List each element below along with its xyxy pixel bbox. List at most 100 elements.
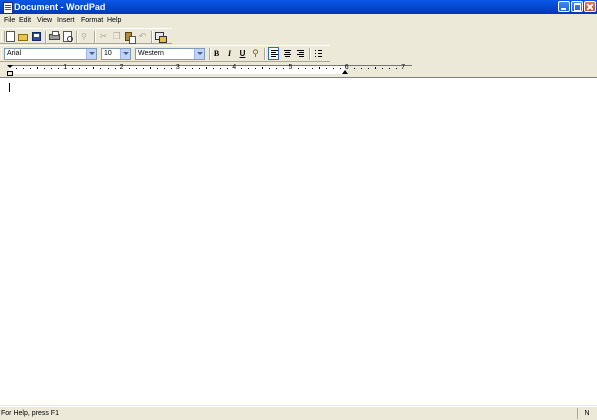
menu-format[interactable]: Format bbox=[81, 15, 103, 26]
window-title: Document - WordPad bbox=[14, 2, 106, 12]
menu-bar: File Edit View Insert Format Help bbox=[0, 14, 597, 27]
ruler-number: 1 bbox=[63, 64, 68, 71]
ruler-tick bbox=[23, 68, 25, 69]
cut-button[interactable]: ✂ bbox=[98, 31, 109, 42]
format-bar: Arial 10 Western B I U ⚲ bbox=[0, 45, 330, 62]
ruler-tick bbox=[389, 68, 391, 69]
font-name-value: Arial bbox=[7, 50, 22, 57]
ruler-tick bbox=[79, 68, 81, 69]
print-preview-button[interactable] bbox=[62, 31, 73, 42]
ruler-tick bbox=[100, 68, 102, 69]
cut-icon: ✂ bbox=[99, 31, 108, 41]
ruler-tick bbox=[199, 68, 200, 69]
ruler-tick bbox=[360, 68, 362, 69]
copy-icon: ❐ bbox=[112, 31, 121, 41]
ruler-tick bbox=[318, 67, 320, 69]
bullets-button[interactable] bbox=[313, 48, 324, 59]
ruler[interactable]: 1234567 bbox=[0, 63, 597, 76]
bold-button[interactable]: B bbox=[211, 48, 222, 60]
ruler-tick bbox=[353, 68, 355, 69]
ruler-tick bbox=[44, 68, 46, 69]
new-document-icon bbox=[6, 31, 15, 42]
italic-button[interactable]: I bbox=[224, 48, 235, 60]
ruler-tick bbox=[16, 68, 18, 69]
align-center-button[interactable] bbox=[282, 48, 293, 59]
menu-insert[interactable]: Insert bbox=[57, 15, 75, 26]
ruler-tick bbox=[332, 68, 334, 69]
text-caret bbox=[9, 83, 10, 92]
ruler-tick bbox=[297, 68, 299, 69]
toolbar-separator bbox=[76, 31, 78, 43]
menu-help[interactable]: Help bbox=[107, 15, 121, 26]
wordpad-icon[interactable] bbox=[3, 2, 13, 14]
toolbar-separator bbox=[45, 31, 47, 43]
open-button[interactable] bbox=[18, 31, 29, 42]
ruler-tick bbox=[374, 67, 376, 69]
ruler-tick bbox=[269, 68, 271, 69]
undo-icon: ↶ bbox=[138, 31, 147, 41]
ruler-tick bbox=[325, 68, 327, 69]
ruler-tick bbox=[149, 67, 151, 69]
menu-view[interactable]: View bbox=[37, 15, 52, 26]
new-button[interactable] bbox=[5, 31, 16, 42]
ruler-tick bbox=[170, 68, 172, 69]
save-button[interactable] bbox=[31, 31, 42, 42]
align-left-button[interactable] bbox=[268, 47, 279, 60]
standard-toolbar: ⚲ ✂ ❐ ↶ bbox=[0, 28, 172, 44]
toolbar-separator bbox=[264, 48, 266, 60]
menu-edit[interactable]: Edit bbox=[19, 15, 31, 26]
ruler-tick bbox=[184, 68, 186, 69]
text-color-icon: ⚲ bbox=[252, 48, 259, 58]
ruler-tick bbox=[304, 68, 306, 69]
size-dropdown-arrow-icon[interactable] bbox=[120, 49, 130, 59]
status-bar: For Help, press F1 N bbox=[0, 406, 597, 420]
paste-icon bbox=[125, 32, 136, 44]
align-left-icon bbox=[271, 50, 278, 58]
ruler-tick bbox=[381, 68, 383, 69]
document-area[interactable] bbox=[0, 77, 597, 405]
first-line-indent-marker[interactable] bbox=[7, 65, 13, 68]
font-size-combo[interactable]: 10 bbox=[101, 48, 131, 60]
minimize-button[interactable] bbox=[558, 1, 570, 12]
print-button[interactable] bbox=[49, 31, 60, 42]
ruler-tick bbox=[206, 67, 208, 69]
underline-button[interactable]: U bbox=[237, 48, 248, 60]
ruler-tick bbox=[283, 68, 285, 69]
paste-button[interactable] bbox=[124, 31, 136, 44]
copy-button[interactable]: ❐ bbox=[111, 31, 122, 42]
insert-object-button[interactable] bbox=[155, 31, 167, 43]
maximize-button[interactable] bbox=[571, 1, 583, 12]
align-center-icon bbox=[284, 50, 291, 58]
ruler-tick bbox=[107, 68, 109, 69]
text-color-button[interactable]: ⚲ bbox=[250, 48, 261, 59]
ruler-tick bbox=[51, 68, 53, 69]
font-dropdown-arrow-icon[interactable] bbox=[86, 49, 96, 59]
script-combo[interactable]: Western bbox=[135, 48, 205, 60]
font-size-value: 10 bbox=[104, 50, 112, 57]
ruler-tick bbox=[37, 67, 39, 69]
insert-object-icon bbox=[155, 32, 167, 43]
font-name-combo[interactable]: Arial bbox=[4, 48, 97, 60]
right-indent-marker[interactable] bbox=[342, 70, 348, 74]
toolbar-separator bbox=[94, 31, 96, 43]
undo-button[interactable]: ↶ bbox=[137, 31, 148, 42]
find-button[interactable]: ⚲ bbox=[80, 31, 91, 42]
toolbar-separator bbox=[309, 48, 311, 60]
ruler-number: 5 bbox=[288, 64, 293, 71]
script-dropdown-arrow-icon[interactable] bbox=[194, 49, 204, 59]
ruler-tick bbox=[142, 68, 144, 69]
ruler-tick bbox=[220, 68, 222, 69]
ruler-number: 4 bbox=[232, 64, 237, 71]
close-button[interactable] bbox=[584, 1, 596, 12]
toolbar-separator bbox=[151, 31, 153, 43]
find-icon: ⚲ bbox=[81, 32, 87, 41]
align-right-button[interactable] bbox=[295, 48, 306, 59]
ruler-tick bbox=[72, 68, 74, 69]
open-folder-icon bbox=[18, 34, 28, 41]
menu-file[interactable]: File bbox=[4, 15, 15, 26]
title-bar[interactable]: Document - WordPad bbox=[0, 0, 597, 14]
align-right-icon bbox=[297, 50, 304, 58]
ruler-tick bbox=[248, 68, 250, 69]
left-indent-marker[interactable] bbox=[7, 71, 13, 76]
ruler-number: 3 bbox=[175, 64, 180, 71]
